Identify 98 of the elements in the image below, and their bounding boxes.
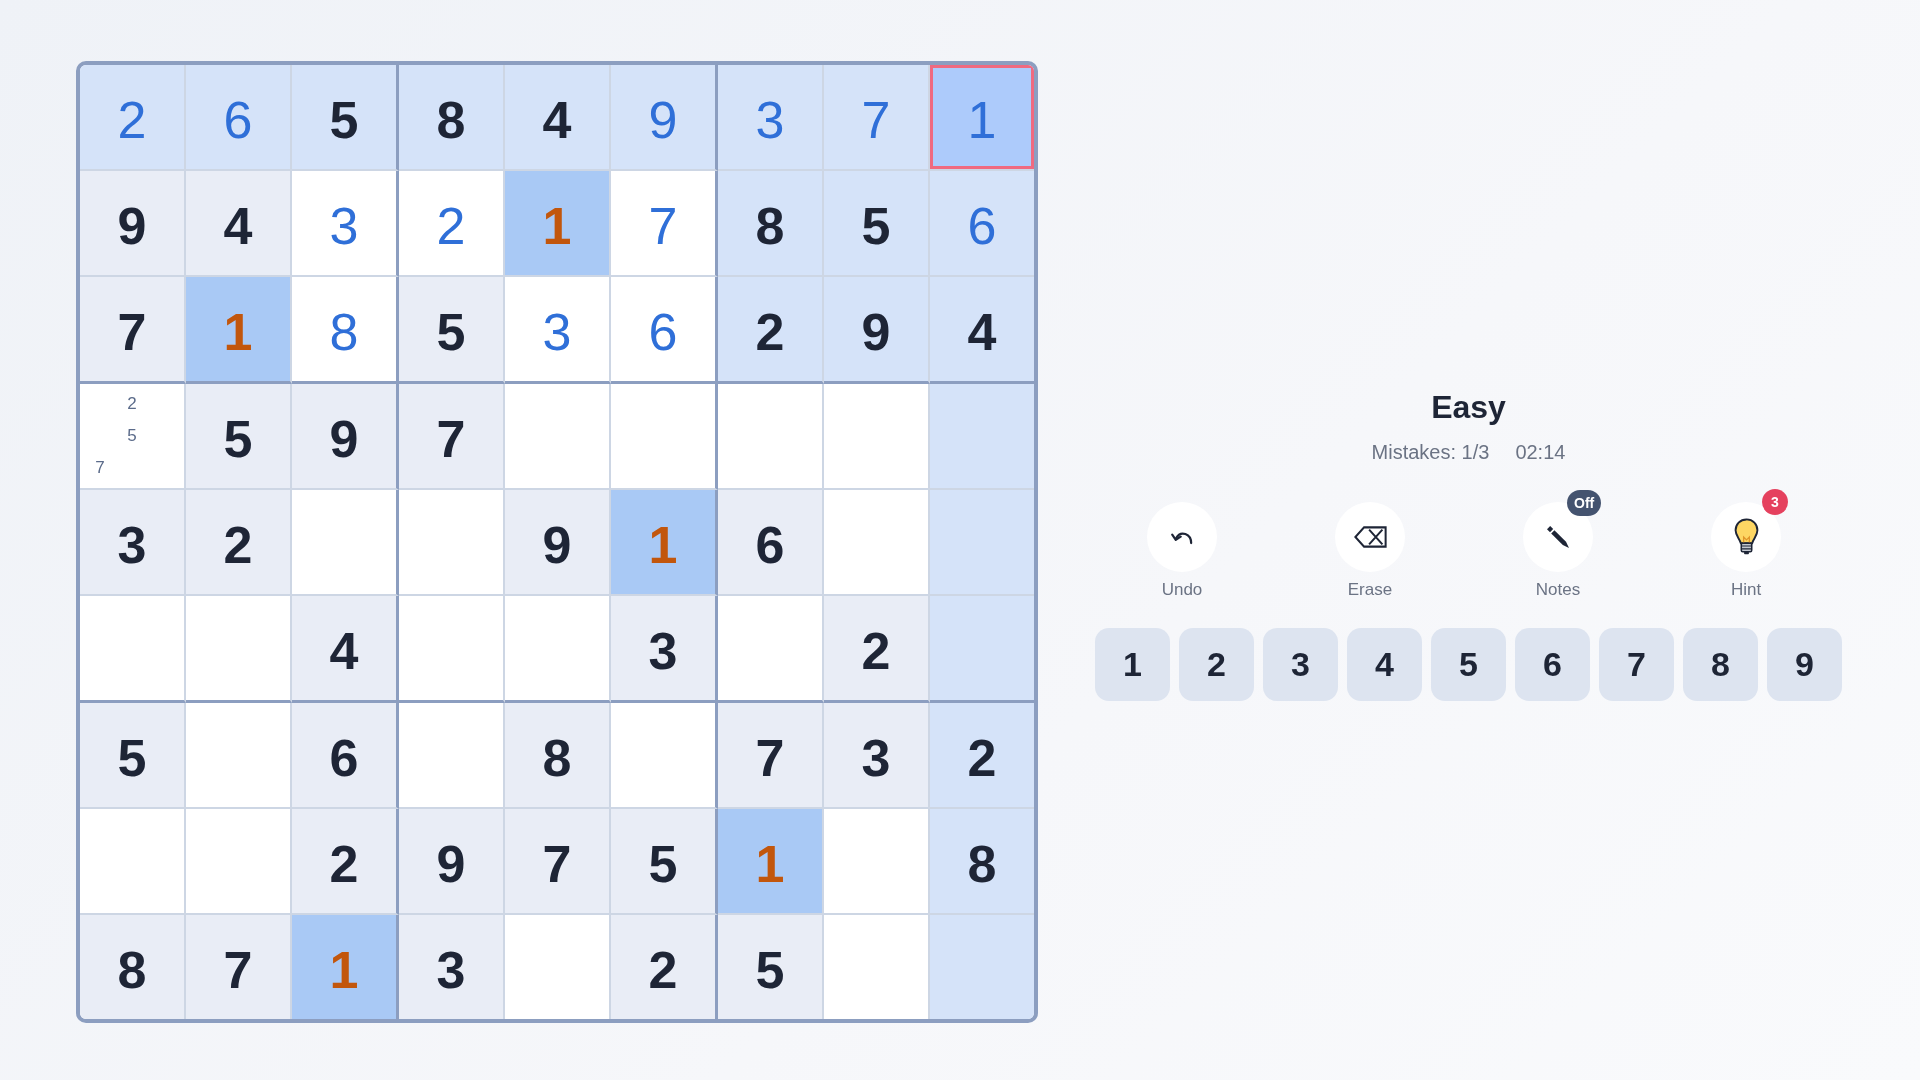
board-cell[interactable] [292, 490, 399, 596]
board-cell[interactable]: 5 [824, 171, 930, 277]
board-cell[interactable] [718, 596, 824, 703]
board-cell[interactable]: 9 [611, 65, 718, 171]
board-cell[interactable]: 7 [505, 809, 611, 915]
number-key[interactable]: 2 [1179, 628, 1254, 701]
board-cell[interactable] [186, 703, 292, 809]
number-key[interactable]: 3 [1263, 628, 1338, 701]
note-digit: 2 [127, 394, 137, 414]
board-cell[interactable] [399, 596, 505, 703]
board-cell[interactable]: 2 [718, 277, 824, 384]
board-cell[interactable] [824, 384, 930, 490]
board-cell[interactable]: 6 [718, 490, 824, 596]
board-cell[interactable]: 5 [186, 384, 292, 490]
board-cell[interactable]: 8 [292, 277, 399, 384]
board-cell[interactable] [186, 809, 292, 915]
board-cell[interactable]: 7 [824, 65, 930, 171]
board-cell[interactable]: 9 [505, 490, 611, 596]
board-cell[interactable]: 3 [292, 171, 399, 277]
hint-label: Hint [1730, 580, 1762, 600]
board-cell[interactable]: 2 [292, 809, 399, 915]
board-cell[interactable] [930, 596, 1034, 703]
notes-label: Notes [1535, 580, 1581, 600]
undo-label: Undo [1161, 580, 1203, 600]
board-cell[interactable]: 7 [611, 171, 718, 277]
mistakes-counter: Mistakes: 1/3 [1371, 440, 1490, 464]
board-cell[interactable]: 2 [824, 596, 930, 703]
pencil-icon [1546, 525, 1570, 549]
board-cell[interactable]: 2 [399, 171, 505, 277]
board-cell[interactable]: 4 [930, 277, 1034, 384]
board-cell[interactable]: 7 [718, 703, 824, 809]
board-cell[interactable]: 2 5 7 [80, 384, 186, 490]
board-cell[interactable]: 9 [80, 171, 186, 277]
board-cell[interactable]: 5 [80, 703, 186, 809]
note-digit: 5 [127, 426, 137, 446]
board-cell[interactable] [611, 703, 718, 809]
board-cell[interactable]: 5 [611, 809, 718, 915]
board-cell[interactable]: 3 [611, 596, 718, 703]
backspace-icon [1353, 526, 1387, 548]
board-cell[interactable] [611, 384, 718, 490]
board-cell[interactable]: 7 [399, 384, 505, 490]
board-cell[interactable]: 2 [80, 65, 186, 171]
board-cell[interactable] [399, 490, 505, 596]
notes-mode-badge: Off [1567, 490, 1602, 516]
board-cell[interactable]: 8 [930, 809, 1034, 915]
board-cell[interactable]: 8 [80, 915, 186, 1019]
board-cell[interactable]: 9 [292, 384, 399, 490]
board-cell[interactable]: 3 [80, 490, 186, 596]
undo-arrow-icon [1171, 529, 1193, 545]
hint-count-badge: 3 [1762, 489, 1788, 515]
board-cell[interactable]: 3 [718, 65, 824, 171]
board-cell[interactable]: 3 [824, 703, 930, 809]
number-key[interactable]: 1 [1095, 628, 1170, 701]
board-cell[interactable]: 2 [611, 915, 718, 1019]
board-cell[interactable] [399, 703, 505, 809]
note-digit: 7 [95, 458, 105, 478]
board-cell[interactable] [824, 809, 930, 915]
erase-label: Erase [1347, 580, 1393, 600]
board-cell[interactable]: 9 [824, 277, 930, 384]
difficulty-title: Easy [1431, 388, 1506, 427]
board-cell[interactable] [930, 915, 1034, 1019]
board-cell[interactable] [718, 384, 824, 490]
board-cell[interactable]: 9 [399, 809, 505, 915]
board-cell[interactable]: 8 [505, 703, 611, 809]
board-cell[interactable]: 5 [292, 65, 399, 171]
board-cell[interactable]: 4 [292, 596, 399, 703]
board-cell[interactable] [930, 490, 1034, 596]
number-key[interactable]: 8 [1683, 628, 1758, 701]
board-cell[interactable] [505, 384, 611, 490]
board-cell[interactable]: 5 [399, 277, 505, 384]
game-timer: 02:14 [1515, 440, 1566, 464]
light-bulb-icon [1733, 518, 1759, 556]
board-cell[interactable]: 8 [718, 171, 824, 277]
board-cell[interactable]: 6 [930, 171, 1034, 277]
board-cell[interactable]: 7 [186, 915, 292, 1019]
board-cell[interactable]: 3 [399, 915, 505, 1019]
board-cell[interactable]: 6 [186, 65, 292, 171]
board-cell[interactable] [930, 384, 1034, 490]
number-key[interactable]: 5 [1431, 628, 1506, 701]
board-cell[interactable]: 2 [186, 490, 292, 596]
board-cell[interactable]: 6 [611, 277, 718, 384]
board-cell[interactable]: 2 [930, 703, 1034, 809]
number-key[interactable]: 9 [1767, 628, 1842, 701]
number-key[interactable]: 7 [1599, 628, 1674, 701]
board-cell[interactable]: 6 [292, 703, 399, 809]
board-cell[interactable]: 8 [399, 65, 505, 171]
board-cell[interactable] [80, 596, 186, 703]
board-cell[interactable]: 4 [505, 65, 611, 171]
number-key[interactable]: 4 [1347, 628, 1422, 701]
board-cell[interactable] [505, 596, 611, 703]
board-cell[interactable] [80, 809, 186, 915]
board-cell[interactable]: 3 [505, 277, 611, 384]
board-cell[interactable] [824, 490, 930, 596]
board-cell[interactable] [186, 596, 292, 703]
board-cell[interactable]: 4 [186, 171, 292, 277]
board-cell[interactable]: 5 [718, 915, 824, 1019]
number-key[interactable]: 6 [1515, 628, 1590, 701]
board-cell[interactable]: 7 [80, 277, 186, 384]
